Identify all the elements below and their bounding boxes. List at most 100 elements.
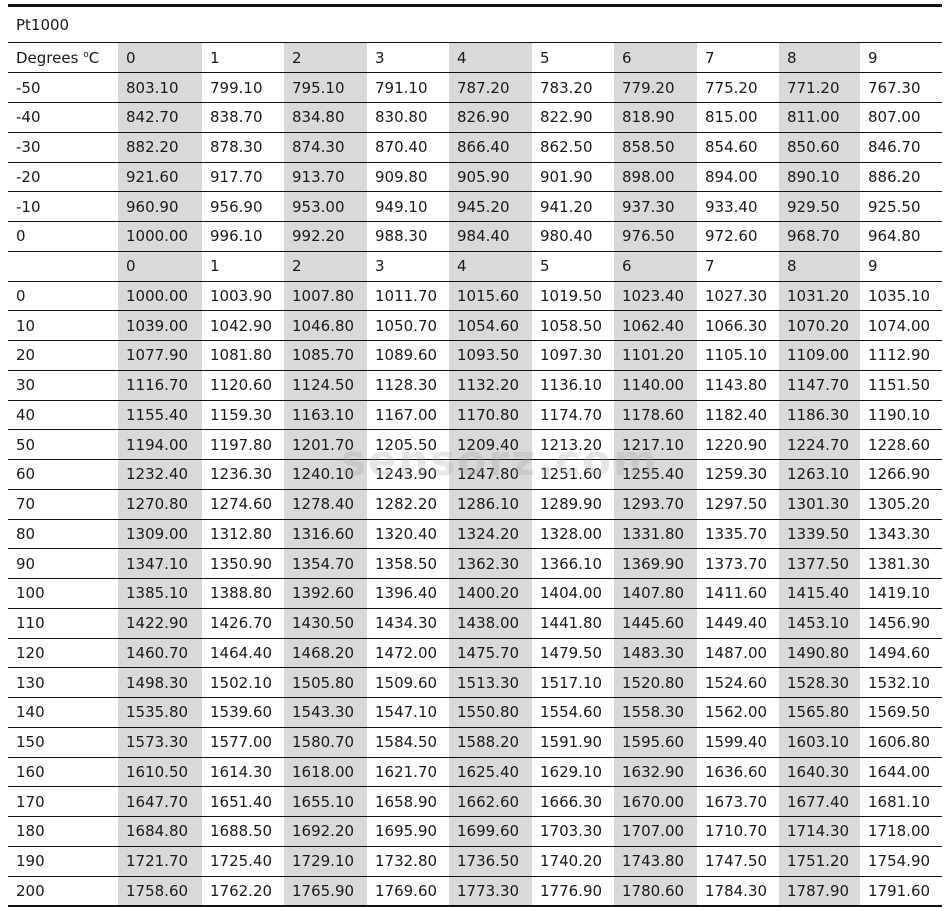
table-cell: 1128.30 <box>367 370 449 401</box>
table-cell: 1263.10 <box>779 459 860 490</box>
table-cell: 933.40 <box>697 191 779 222</box>
table-cell: 913.70 <box>284 162 367 193</box>
table-cell: 1784.30 <box>697 876 779 907</box>
table-cell: 3 <box>367 251 449 282</box>
table-cell: 1610.50 <box>118 757 202 788</box>
table-cell: 1247.80 <box>449 459 532 490</box>
table-row: 120 1460.70 1464.40 1468.20 1472.00 1475.70 14… <box>8 638 942 669</box>
table-cell: 1539.60 <box>202 697 284 728</box>
row-label: 120 <box>8 638 118 669</box>
table-cell: 9 <box>860 43 942 74</box>
table-cell: 1077.90 <box>118 340 202 371</box>
table-row: 100 1385.10 1388.80 1392.60 1396.40 1400.20 14… <box>8 578 942 609</box>
table-cell: 815.00 <box>697 102 779 133</box>
table-cell: 807.00 <box>860 102 942 133</box>
table-cell: 1487.00 <box>697 638 779 669</box>
subheader-label <box>8 251 118 282</box>
table-cell: 1479.50 <box>532 638 614 669</box>
row-label: 70 <box>8 489 118 520</box>
table-cell: 866.40 <box>449 132 532 163</box>
table-cell: 1312.80 <box>202 519 284 550</box>
table-row: -20 921.60 917.70 913.70 909.80 905.90 901.90 8… <box>8 162 942 193</box>
table-cell: 1109.00 <box>779 340 860 371</box>
table-cell: 5 <box>532 43 614 74</box>
table-cell: 7 <box>697 251 779 282</box>
table-cell: 1498.30 <box>118 667 202 698</box>
table-cell: 7 <box>697 43 779 74</box>
table-row: 70 1270.80 1274.60 1278.40 1282.20 1286.10 128… <box>8 489 942 520</box>
table-cell: 1736.50 <box>449 846 532 877</box>
table-cell: 830.80 <box>367 102 449 133</box>
table-cell: 826.90 <box>449 102 532 133</box>
table-cell: 1358.50 <box>367 548 449 579</box>
table-cell: 1419.10 <box>860 578 942 609</box>
table-cell: 1644.00 <box>860 757 942 788</box>
table-cell: 1426.70 <box>202 608 284 639</box>
row-label: 0 <box>8 221 118 252</box>
table-row: 140 1535.80 1539.60 1543.30 1547.10 1550.80 15… <box>8 697 942 728</box>
table-cell: 787.20 <box>449 72 532 103</box>
table-cell: 1170.80 <box>449 400 532 431</box>
table-cell: 1758.60 <box>118 876 202 907</box>
header-row: Degrees oC 0123456789 <box>8 43 942 74</box>
table-cell: 1535.80 <box>118 697 202 728</box>
table-cell: 1369.90 <box>614 548 697 579</box>
table-cell: 1673.70 <box>697 786 779 817</box>
table-cell: 1050.70 <box>367 310 449 341</box>
table-cell: 1217.10 <box>614 429 697 460</box>
table-cell: 1695.90 <box>367 816 449 847</box>
table-cell: 1228.60 <box>860 429 942 460</box>
table-cell: 1584.50 <box>367 727 449 758</box>
table-cell: 1143.80 <box>697 370 779 401</box>
table-cell: 1614.30 <box>202 757 284 788</box>
table-cell: 898.00 <box>614 162 697 193</box>
table-cell: 1621.70 <box>367 757 449 788</box>
row-label: -50 <box>8 72 118 103</box>
row-label: 130 <box>8 667 118 698</box>
table-cell: 1354.70 <box>284 548 367 579</box>
table-cell: 1591.90 <box>532 727 614 758</box>
table-cell: 1373.70 <box>697 548 779 579</box>
table-cell: 5 <box>532 251 614 282</box>
table-cell: 1339.50 <box>779 519 860 550</box>
table-row: 200 1758.60 1762.20 1765.90 1769.60 1773.30 17… <box>8 876 942 907</box>
table-cell: 1093.50 <box>449 340 532 371</box>
table-cell: 818.90 <box>614 102 697 133</box>
table-cell: 1688.50 <box>202 816 284 847</box>
table-cell: 1547.10 <box>367 697 449 728</box>
subheader-row: 0123456789 <box>8 251 942 282</box>
table-cell: 1151.50 <box>860 370 942 401</box>
table-cell: 1647.70 <box>118 786 202 817</box>
table-row: 0 1000.00 1003.90 1007.80 1011.70 1015.60 1019… <box>8 281 942 312</box>
table-cell: 905.90 <box>449 162 532 193</box>
table-cell: 1725.40 <box>202 846 284 877</box>
table-row: 190 1721.70 1725.40 1729.10 1732.80 1736.50 17… <box>8 846 942 877</box>
table-cell: 1710.70 <box>697 816 779 847</box>
table-cell: 878.30 <box>202 132 284 163</box>
table-cell: 1105.10 <box>697 340 779 371</box>
table-cell: 1328.00 <box>532 519 614 550</box>
table-cell: 1740.20 <box>532 846 614 877</box>
table-row: 160 1610.50 1614.30 1618.00 1621.70 1625.40 16… <box>8 757 942 788</box>
table-cell: 1054.60 <box>449 310 532 341</box>
table-cell: 964.80 <box>860 221 942 252</box>
table-cell: 1297.50 <box>697 489 779 520</box>
row-label: 150 <box>8 727 118 758</box>
table-cell: 1074.00 <box>860 310 942 341</box>
table-cell: 1293.70 <box>614 489 697 520</box>
table-cell: 1714.30 <box>779 816 860 847</box>
table-cell: 1430.50 <box>284 608 367 639</box>
row-label: 80 <box>8 519 118 550</box>
table-cell: 1528.30 <box>779 667 860 698</box>
table-cell: 1502.10 <box>202 667 284 698</box>
table-cell: 929.50 <box>779 191 860 222</box>
table-cell: 1331.80 <box>614 519 697 550</box>
table-cell: 1140.00 <box>614 370 697 401</box>
table-cell: 1658.90 <box>367 786 449 817</box>
row-label: 40 <box>8 400 118 431</box>
table-cell: 1155.40 <box>118 400 202 431</box>
table-row: 150 1573.30 1577.00 1580.70 1584.50 1588.20 15… <box>8 727 942 758</box>
table-cell: 1147.70 <box>779 370 860 401</box>
table-cell: 882.20 <box>118 132 202 163</box>
table-cell: 1182.40 <box>697 400 779 431</box>
